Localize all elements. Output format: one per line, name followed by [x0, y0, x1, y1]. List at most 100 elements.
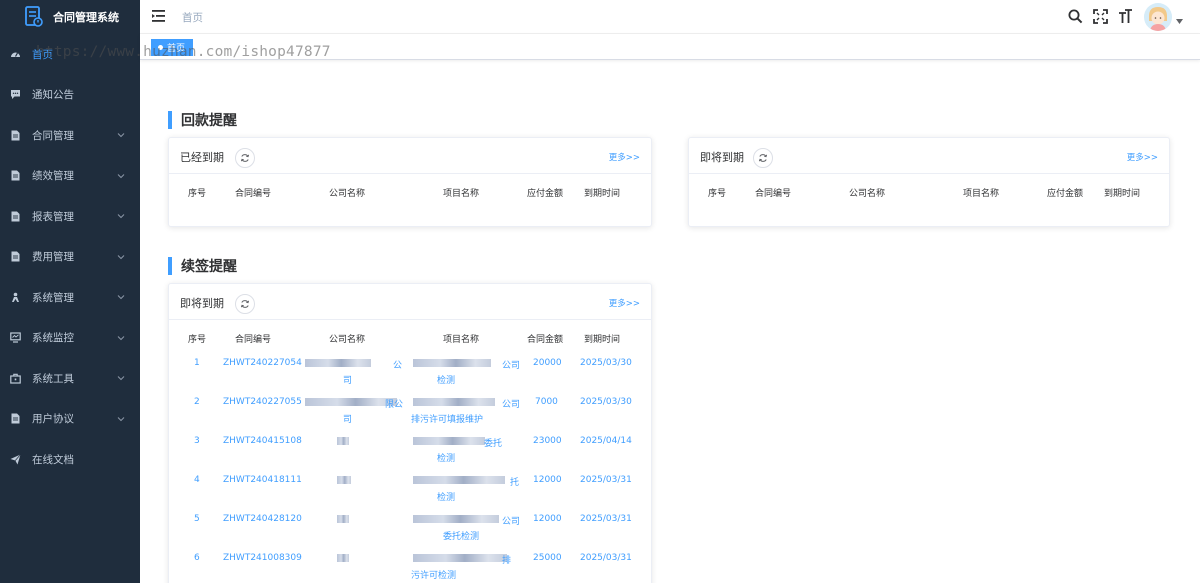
expiry-date: 2025/04/14	[580, 436, 632, 446]
redacted-text	[413, 359, 491, 367]
card-header: 已经到期 更多>>	[169, 138, 651, 174]
project-name-fragment: 排污许可填报维护	[411, 415, 484, 425]
caret-down-icon[interactable]	[1176, 19, 1183, 24]
sidebar-item-performance[interactable]: 绩效管理	[0, 156, 140, 197]
expiry-date: 2025/03/31	[580, 553, 632, 563]
expiry-date: 2025/03/30	[580, 397, 632, 407]
section-accent-bar	[168, 111, 172, 129]
monitor-icon	[10, 332, 21, 343]
section-title-text: 回款提醒	[181, 113, 237, 129]
project-name-fragment: 托	[510, 478, 520, 488]
renewal-section-title: 续签提醒	[168, 257, 237, 275]
sidebar-item-agreement[interactable]: 用户协议	[0, 399, 140, 440]
column-header: 公司名称	[329, 189, 366, 199]
sidebar-item-label: 费用管理	[32, 251, 74, 264]
redacted-text	[337, 515, 349, 523]
document-icon	[10, 251, 21, 262]
sidebar-item-contract[interactable]: 合同管理	[0, 115, 140, 156]
upcoming-payment-card: 即将到期 更多>> 序号 合同编号 公司名称 项目名称 应付金额 到期时间	[688, 137, 1170, 227]
column-header: 到期时间	[584, 189, 621, 199]
document-icon	[10, 413, 21, 424]
contract-code-link[interactable]: ZHWT240428120	[223, 514, 302, 524]
company-name-fragment: 司	[343, 415, 353, 425]
more-link[interactable]: 更多>>	[1127, 151, 1158, 163]
redacted-text	[305, 398, 397, 406]
company-name-fragment: 公	[393, 361, 403, 371]
refresh-icon	[758, 154, 768, 162]
user-icon	[10, 292, 21, 303]
contract-code-link[interactable]: ZHWT241008309	[223, 553, 302, 563]
row-number: 5	[194, 514, 200, 524]
section-title-text: 续签提醒	[181, 259, 237, 275]
card-header: 即将到期 更多>>	[689, 138, 1169, 174]
column-header: 到期时间	[584, 335, 621, 345]
row-number: 4	[194, 475, 200, 485]
sidebar-item-notice[interactable]: 通知公告	[0, 75, 140, 116]
hamburger-icon[interactable]	[152, 10, 165, 22]
sidebar-item-label: 报表管理	[32, 210, 74, 223]
avatar[interactable]	[1144, 3, 1172, 31]
chevron-down-icon	[117, 173, 125, 178]
brand[interactable]: 合同管理系统	[0, 0, 140, 34]
contract-amount: 12000	[533, 475, 562, 485]
fullscreen-icon[interactable]	[1093, 9, 1108, 24]
expiry-date: 2025/03/31	[580, 475, 632, 485]
column-header: 合同编号	[755, 189, 792, 199]
project-name-fragment: 委托	[484, 439, 503, 449]
project-name-fragment: 污许可检测	[411, 571, 457, 581]
redacted-text	[413, 515, 499, 523]
sidebar-item-report[interactable]: 报表管理	[0, 196, 140, 237]
more-link[interactable]: 更多>>	[609, 297, 640, 309]
sidebar-item-expense[interactable]: 费用管理	[0, 237, 140, 278]
contract-code-link[interactable]: ZHWT240227055	[223, 397, 302, 407]
font-size-icon[interactable]	[1118, 9, 1133, 24]
sidebar-item-label: 合同管理	[32, 129, 74, 142]
refresh-icon	[240, 154, 250, 162]
payment-section-title: 回款提醒	[168, 111, 237, 129]
project-name-fragment: 检测	[437, 376, 456, 386]
card-title: 即将到期	[180, 297, 224, 310]
refresh-button[interactable]	[753, 148, 773, 168]
column-header: 序号	[708, 189, 727, 199]
card-header: 即将到期 更多>>	[169, 284, 651, 320]
renewal-card: 即将到期 更多>> 序号 合同编号 公司名称 项目名称 合同金额 到期时间 1 ZHWT240…	[168, 283, 652, 583]
row-number: 3	[194, 436, 200, 446]
company-name-fragment: 司	[343, 376, 353, 386]
chevron-down-icon	[117, 416, 125, 421]
sidebar-item-label: 通知公告	[32, 89, 74, 102]
column-header: 序号	[188, 335, 207, 345]
chevron-down-icon	[117, 376, 125, 381]
contract-amount: 7000	[535, 397, 558, 407]
row-number: 1	[194, 358, 200, 368]
more-link[interactable]: 更多>>	[609, 151, 640, 163]
watermark: https://www.huzhan.com/ishop47877	[36, 44, 331, 60]
refresh-button[interactable]	[235, 294, 255, 314]
column-header: 合同金额	[527, 335, 564, 345]
sidebar-item-system[interactable]: 系统管理	[0, 277, 140, 318]
contract-code-link[interactable]: ZHWT240418111	[223, 475, 302, 485]
contract-code-link[interactable]: ZHWT240227054	[223, 358, 302, 368]
sidebar-item-label: 系统工具	[32, 372, 74, 385]
chevron-down-icon	[117, 254, 125, 259]
contract-code-link[interactable]: ZHWT240415108	[223, 436, 302, 446]
sidebar-item-tools[interactable]: 系统工具	[0, 358, 140, 399]
send-icon	[10, 454, 21, 465]
sidebar-item-label: 用户协议	[32, 413, 74, 426]
redacted-text	[413, 554, 507, 562]
redacted-text	[337, 437, 349, 445]
refresh-button[interactable]	[235, 148, 255, 168]
expired-card: 已经到期 更多>> 序号 合同编号 公司名称 项目名称 应付金额 到期时间	[168, 137, 652, 227]
document-icon	[10, 130, 21, 141]
dashboard-icon	[10, 49, 21, 60]
sidebar-item-monitor[interactable]: 系统监控	[0, 318, 140, 359]
breadcrumb[interactable]: 首页	[182, 10, 203, 25]
column-header: 公司名称	[849, 189, 886, 199]
sidebar-item-label: 在线文档	[32, 453, 74, 466]
sidebar-item-docs[interactable]: 在线文档	[0, 439, 140, 480]
project-name-fragment: 公司	[502, 400, 521, 410]
avatar-icon	[1144, 3, 1172, 31]
document-icon	[10, 211, 21, 222]
sidebar-item-label: 绩效管理	[32, 170, 74, 183]
row-number: 2	[194, 397, 200, 407]
search-icon[interactable]	[1068, 9, 1083, 24]
